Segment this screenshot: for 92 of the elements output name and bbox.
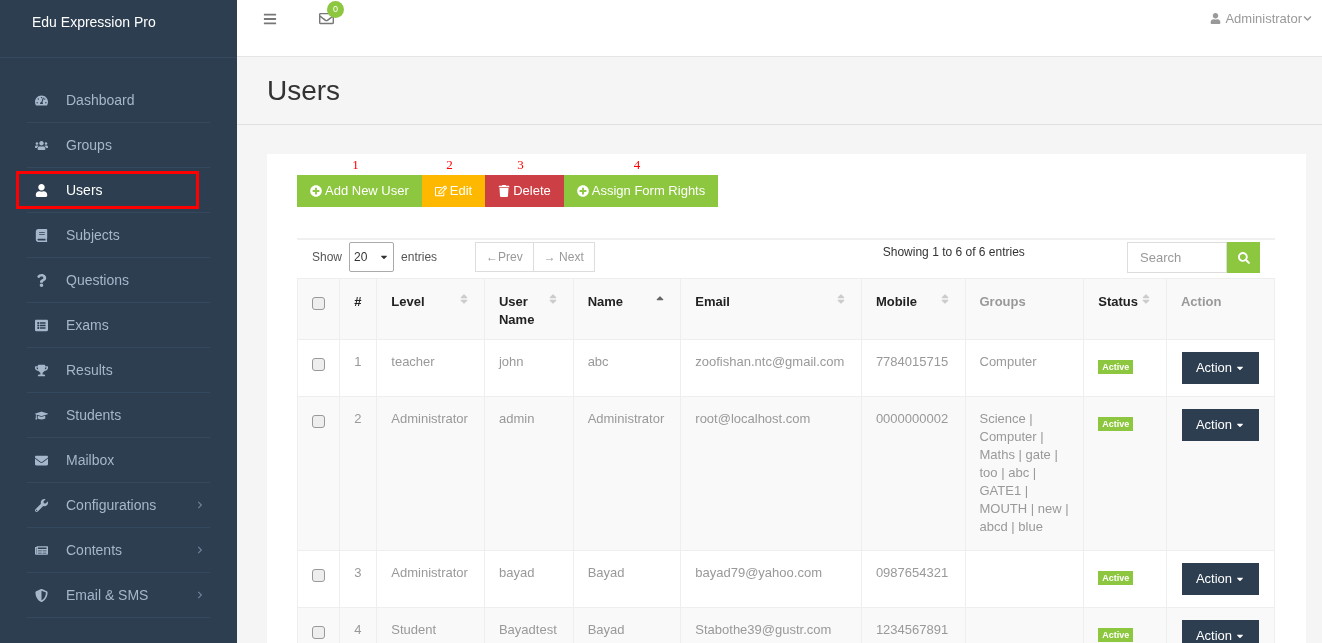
annotation-number: 3	[517, 156, 524, 174]
table-cell: Computer	[979, 354, 1037, 369]
table-cell: Bayadtest	[498, 622, 557, 637]
shield-icon	[35, 588, 48, 602]
search-icon	[1237, 251, 1250, 264]
newspaper-icon	[35, 543, 48, 557]
sidebar-item[interactable]: Users	[16, 171, 199, 209]
table-cell: abc	[587, 354, 609, 369]
sidebar-item[interactable]: Exams	[27, 306, 210, 344]
table-cell: Administrator	[587, 411, 665, 426]
table-cell: root@localhost.com	[695, 411, 811, 426]
status-badge: Active	[1098, 628, 1134, 642]
column-header[interactable]: Email	[695, 293, 730, 311]
sidebar-item[interactable]: Results	[27, 351, 210, 389]
table-cell: Administrator	[391, 411, 468, 426]
column-header[interactable]: Name	[587, 293, 624, 311]
table-cell: Bayad	[587, 622, 625, 637]
user-icon	[35, 183, 48, 197]
status-badge: Active	[1098, 417, 1134, 431]
sidebar-item[interactable]: Email & SMS	[27, 576, 210, 614]
sidebar-item[interactable]: Groups	[27, 126, 210, 164]
column-header: Action	[1180, 293, 1222, 311]
prev-button[interactable]: ←Prev	[475, 242, 534, 272]
sidebar-item[interactable]: Configurations	[27, 486, 210, 524]
column-header: Groups	[979, 293, 1026, 311]
table-cell: Administrator	[391, 565, 468, 580]
table-cell: Science | Computer | Maths | gate | too | abc | GATE1 | MOUTH | new | abcd | blue	[979, 411, 1069, 534]
dashboard-icon	[35, 93, 48, 107]
sidebar-item[interactable]: Students	[27, 396, 210, 434]
user-icon	[1210, 13, 1222, 25]
table-cell: 0000000002	[875, 411, 949, 426]
page-title: Users	[267, 73, 341, 108]
column-header[interactable]: Status	[1098, 293, 1138, 311]
edit-icon	[434, 185, 447, 197]
table-cell: bayad79@yahoo.com	[695, 565, 822, 580]
column-header: #	[354, 293, 362, 311]
table-cell: 1234567891	[875, 622, 949, 637]
wrench-icon	[35, 498, 48, 512]
table-cell: 4	[354, 622, 362, 637]
checkbox[interactable]	[311, 569, 325, 582]
sidebar-item[interactable]: Subjects	[27, 216, 210, 254]
page-size-select[interactable]: 20	[349, 242, 395, 272]
annotation-number: 1	[352, 156, 359, 174]
table-cell: Stabothe39@gustr.com	[695, 622, 832, 637]
search-button[interactable]	[1227, 242, 1260, 273]
show-label: Show	[312, 249, 343, 266]
table-cell: 3	[354, 565, 362, 580]
annotation-number: 4	[633, 156, 641, 174]
list-icon	[35, 318, 48, 332]
table-cell: teacher	[391, 354, 435, 369]
action-dropdown-button[interactable]: Action	[1181, 409, 1259, 441]
status-badge: Active	[1098, 571, 1134, 585]
checkbox[interactable]	[311, 358, 325, 371]
envelope-icon	[35, 453, 48, 467]
checkbox[interactable]	[311, 415, 325, 428]
status-badge: Active	[1098, 360, 1134, 374]
chevron-down-icon	[1303, 14, 1312, 24]
sidebar-item[interactable]: Mailbox	[27, 441, 210, 479]
book-icon	[35, 228, 48, 242]
sidebar-item[interactable]: Contents	[27, 531, 210, 569]
column-header[interactable]: Mobile	[875, 293, 918, 311]
sidebar-item[interactable]: Questions	[27, 261, 210, 299]
table-cell: 7784015715	[875, 354, 949, 369]
table-cell: Bayad	[587, 565, 625, 580]
table-cell: 0987654321	[875, 565, 949, 580]
checkbox[interactable]	[311, 626, 325, 639]
table-cell: Student	[391, 622, 437, 637]
trophy-icon	[35, 363, 48, 377]
action-dropdown-button[interactable]: Action	[1181, 563, 1259, 595]
table-cell: 1	[354, 354, 362, 369]
column-header[interactable]: Level	[391, 293, 425, 311]
trash-icon	[498, 185, 511, 197]
table-cell: john	[498, 354, 524, 369]
entries-info: Showing 1 to 6 of 6 entries	[882, 244, 1025, 261]
next-button[interactable]: → Next	[533, 242, 595, 272]
table-cell: 2	[354, 411, 362, 426]
toolbar-button[interactable]: Delete	[485, 175, 564, 207]
users-icon	[35, 138, 48, 152]
menu-icon[interactable]	[263, 12, 277, 26]
action-dropdown-button[interactable]: Action	[1181, 620, 1259, 643]
sidebar-item[interactable]: Dashboard	[27, 81, 210, 119]
question-icon	[35, 273, 48, 287]
table-cell: admin	[498, 411, 535, 426]
table-cell: zoofishan.ntc@gmail.com	[695, 354, 845, 369]
brand-title[interactable]: Edu Expression Pro	[32, 14, 156, 30]
mail-count-badge: 0	[327, 1, 344, 18]
checkbox[interactable]	[311, 297, 325, 310]
entries-label: entries	[401, 249, 438, 266]
action-dropdown-button[interactable]: Action	[1181, 352, 1259, 384]
table-cell: bayad	[498, 565, 535, 580]
user-menu[interactable]: Administrator	[1210, 9, 1312, 29]
annotation-number: 2	[446, 156, 453, 174]
